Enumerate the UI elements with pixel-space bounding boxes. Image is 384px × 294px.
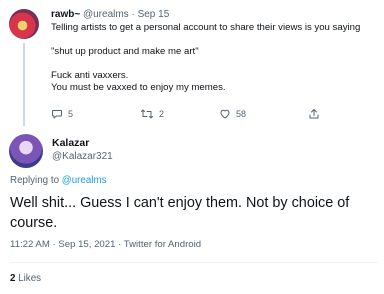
tweet-text: Well shit... Guess I can't enjoy them. N… [10, 195, 350, 231]
thread-connector-line [23, 43, 25, 126]
display-name[interactable]: rawb~ [51, 9, 80, 20]
reply-button[interactable]: 5 [51, 108, 73, 120]
retweet-arrows-icon [140, 108, 154, 120]
tweet-line: "shut up product and make me art" [51, 46, 199, 57]
tweet-actions: 5 2 58 [51, 108, 371, 122]
divider [10, 262, 378, 263]
tweet-line: Telling artists to get a personal accoun… [51, 22, 361, 33]
heart-outline-icon [219, 108, 231, 120]
share-button[interactable] [308, 108, 320, 120]
tweet-date[interactable]: Sep 15 [138, 9, 170, 20]
tweet-line: You must be vaxxed to enjoy my memes. [51, 82, 226, 93]
display-name[interactable]: Kalazar [52, 137, 89, 149]
tweet-timestamp[interactable]: 11:22 AM · Sep 15, 2021 · Twitter for An… [10, 239, 201, 250]
meta-separator: · [128, 9, 138, 20]
like-count: 58 [236, 109, 247, 119]
replying-to-label: Replying to [10, 175, 62, 186]
likes-label: Likes [15, 273, 42, 284]
reply-count: 5 [68, 109, 74, 119]
replying-to-mention[interactable]: @urealms [62, 175, 107, 186]
parent-tweet[interactable]: rawb~ @urealms · Sep 15 Telling artists … [0, 0, 384, 126]
retweet-count: 2 [159, 109, 165, 119]
handle[interactable]: @urealms [83, 9, 129, 20]
speech-bubble-icon [51, 108, 63, 120]
tweet-header: rawb~ @urealms · Sep 15 [51, 9, 169, 20]
likes-summary[interactable]: 2 Likes [10, 273, 41, 284]
handle[interactable]: @Kalazar321 [52, 151, 113, 162]
retweet-button[interactable]: 2 [140, 108, 164, 120]
tweet-line: Fuck anti vaxxers. [51, 70, 129, 81]
tweet-text: Telling artists to get a personal accoun… [51, 22, 376, 94]
avatar[interactable] [9, 9, 39, 39]
avatar[interactable] [9, 134, 43, 168]
share-upload-icon [308, 108, 320, 120]
like-button[interactable]: 58 [219, 108, 246, 120]
replying-to: Replying to @urealms [10, 175, 107, 186]
